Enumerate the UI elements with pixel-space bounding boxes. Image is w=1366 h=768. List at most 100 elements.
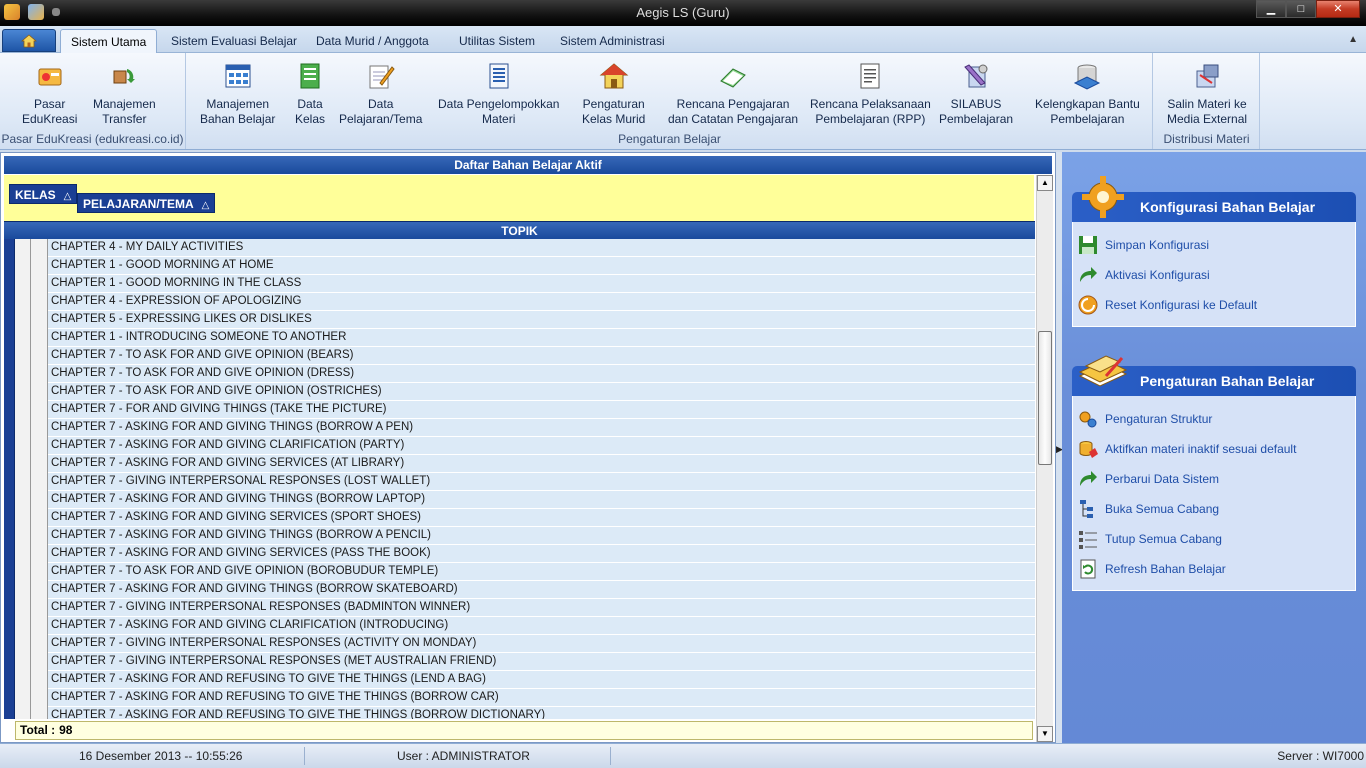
table-row[interactable]: CHAPTER 7 - ASKING FOR AND GIVING CLARIF… [48, 617, 1035, 635]
table-row[interactable]: CHAPTER 7 - ASKING FOR AND GIVING THINGS… [48, 527, 1035, 545]
table-row[interactable]: CHAPTER 1 - GOOD MORNING AT HOME [48, 257, 1035, 275]
refresh-bahan-belajar-link[interactable]: Refresh Bahan Belajar [1073, 554, 1355, 584]
tab-sistem-utama[interactable]: Sistem Utama [60, 29, 158, 53]
maximize-button[interactable]: □ [1286, 0, 1316, 18]
tools-icon [964, 64, 988, 88]
transfer-icon [113, 69, 136, 84]
scroll-up-button[interactable]: ▲ [1037, 175, 1053, 191]
ribbon: Pasar EduKreasi Manajemen Transfer Pasar… [0, 53, 1366, 150]
collapse-ribbon-icon[interactable]: ▲ [1348, 34, 1358, 45]
data-pelajaran-tema-button[interactable]: Data Pelajaran/Tema [339, 61, 422, 127]
data-kelas-button[interactable]: Data Kelas [295, 61, 325, 127]
table-row[interactable]: CHAPTER 7 - GIVING INTERPERSONAL RESPONS… [48, 599, 1035, 617]
table-row[interactable]: CHAPTER 1 - INTRODUCING SOMEONE TO ANOTH… [48, 329, 1035, 347]
table-row[interactable]: CHAPTER 7 - ASKING FOR AND REFUSING TO G… [48, 671, 1035, 689]
table-row[interactable]: CHAPTER 7 - ASKING FOR AND REFUSING TO G… [48, 707, 1035, 719]
table-row[interactable]: CHAPTER 4 - MY DAILY ACTIVITIES [48, 239, 1035, 257]
perbarui-data-sistem-link[interactable]: Perbarui Data Sistem [1073, 464, 1355, 494]
table-row[interactable]: CHAPTER 7 - FOR AND GIVING THINGS (TAKE … [48, 401, 1035, 419]
buka-semua-cabang-link[interactable]: Buka Semua Cabang [1073, 494, 1355, 524]
table-row[interactable]: CHAPTER 7 - ASKING FOR AND GIVING THINGS… [48, 581, 1035, 599]
table-row[interactable]: CHAPTER 7 - ASKING FOR AND GIVING SERVIC… [48, 509, 1035, 527]
house-icon [599, 63, 629, 89]
minimize-button[interactable]: ▁ [1256, 0, 1286, 18]
grid-total-footer: Total :98 [15, 721, 1033, 740]
list-doc-icon [489, 63, 509, 89]
tab-utilitas-sistem[interactable]: Utilitas Sistem [449, 29, 545, 53]
kelengkapan-bantu-pembelajaran-button[interactable]: Kelengkapan Bantu Pembelajaran [1035, 61, 1140, 127]
data-pengelompokkan-materi-button[interactable]: Data Pengelompokkan Materi [438, 61, 559, 127]
panel-pengaturan: Pengaturan Bahan Belajar Pengaturan Stru… [1072, 355, 1356, 591]
pasar-edukreasi-button[interactable]: Pasar EduKreasi [22, 61, 77, 127]
panel-body-pengaturan: Pengaturan Struktur Aktifkan materi inak… [1072, 396, 1356, 591]
scroll-thumb[interactable] [1038, 331, 1052, 465]
table-row[interactable]: CHAPTER 7 - ASKING FOR AND GIVING SERVIC… [48, 545, 1035, 563]
learning-material-grid-panel: Daftar Bahan Belajar Aktif KELAS △ PELAJA… [0, 152, 1056, 743]
sort-asc-icon: △ [63, 191, 72, 202]
pengaturan-struktur-link[interactable]: Pengaturan Struktur [1073, 404, 1355, 434]
silabus-pembelajaran-button[interactable]: SILABUS Pembelajaran [939, 61, 1013, 127]
tutup-semua-cabang-link[interactable]: Tutup Semua Cabang [1073, 524, 1355, 554]
simpan-konfigurasi-link[interactable]: Simpan Konfigurasi [1073, 230, 1355, 260]
forward-arrow-icon [1080, 267, 1097, 282]
pengaturan-kelas-murid-button[interactable]: Pengaturan Kelas Murid [582, 61, 645, 127]
save-icon [1079, 236, 1097, 254]
status-server: Server : WI7000 [1277, 749, 1364, 763]
table-row[interactable]: CHAPTER 4 - EXPRESSION OF APOLOGIZING [48, 293, 1035, 311]
table-row[interactable]: CHAPTER 7 - GIVING INTERPERSONAL RESPONS… [48, 653, 1035, 671]
panel-header-pengaturan[interactable]: Pengaturan Bahan Belajar [1072, 355, 1356, 396]
group-label-pengaturan: Pengaturan Belajar [618, 132, 721, 146]
gears-icon [1079, 411, 1097, 428]
table-row[interactable]: CHAPTER 5 - EXPRESSING LIKES OR DISLIKES [48, 311, 1035, 329]
grid-rows: CHAPTER 4 - MY DAILY ACTIVITIES CHAPTER 1… [4, 239, 1035, 719]
rencana-pelaksanaan-rpp-button[interactable]: Rencana Pelaksanaan Pembelajaran (RPP) [810, 61, 931, 127]
total-value: 98 [59, 723, 73, 737]
salin-materi-button[interactable]: Salin Materi ke Media External [1167, 61, 1247, 127]
table-row[interactable]: CHAPTER 7 - GIVING INTERPERSONAL RESPONS… [48, 473, 1035, 491]
reset-konfigurasi-link[interactable]: Reset Konfigurasi ke Default [1073, 290, 1355, 320]
tab-sistem-evaluasi-belajar[interactable]: Sistem Evaluasi Belajar [161, 29, 307, 53]
group-pengaturan-belajar: Manajemen Bahan Belajar Data Kelas Data … [187, 53, 1153, 149]
class-icon [300, 63, 320, 89]
activate-icon [1079, 441, 1098, 458]
table-row[interactable]: CHAPTER 7 - TO ASK FOR AND GIVE OPINION … [48, 563, 1035, 581]
ribbon-tab-bar: Sistem Utama Sistem Evaluasi Belajar Dat… [0, 26, 1366, 53]
status-separator [610, 747, 611, 765]
table-row[interactable]: CHAPTER 7 - ASKING FOR AND GIVING SERVIC… [48, 455, 1035, 473]
group-chip-kelas[interactable]: KELAS △ [9, 184, 78, 204]
group-indent-topik [31, 239, 48, 719]
application-menu-button[interactable] [2, 29, 56, 52]
column-header-topik[interactable]: TOPIK [4, 221, 1035, 239]
scroll-down-button[interactable]: ▼ [1037, 726, 1053, 742]
group-indent-kelas [4, 239, 15, 719]
table-row[interactable]: CHAPTER 7 - ASKING FOR AND REFUSING TO G… [48, 689, 1035, 707]
table-row[interactable]: CHAPTER 7 - ASKING FOR AND GIVING THINGS… [48, 491, 1035, 509]
table-row[interactable]: CHAPTER 7 - GIVING INTERPERSONAL RESPONS… [48, 635, 1035, 653]
table-row[interactable]: CHAPTER 7 - ASKING FOR AND GIVING THINGS… [48, 419, 1035, 437]
close-button[interactable]: ✕ [1316, 0, 1360, 18]
table-row[interactable]: CHAPTER 1 - GOOD MORNING IN THE CLASS [48, 275, 1035, 293]
tab-sistem-administrasi[interactable]: Sistem Administrasi [550, 29, 675, 53]
group-indent-pelajaran [15, 239, 31, 719]
table-row[interactable]: CHAPTER 7 - TO ASK FOR AND GIVE OPINION … [48, 347, 1035, 365]
sort-asc-icon: △ [201, 200, 210, 211]
group-label-pasar: Pasar EduKreasi (edukreasi.co.id) [1, 132, 184, 146]
books-icon [1078, 355, 1128, 387]
grid-icon [225, 64, 251, 88]
panel-header-konfigurasi[interactable]: Konfigurasi Bahan Belajar [1072, 176, 1356, 222]
group-chip-pelajaran-tema[interactable]: PELAJARAN/TEMA △ [77, 193, 216, 213]
aktifkan-materi-link[interactable]: Aktifkan materi inaktif sesuai default [1073, 434, 1355, 464]
vertical-scrollbar[interactable]: ▲ ▼ [1036, 175, 1053, 742]
collapse-tree-icon [1079, 531, 1097, 549]
manajemen-bahan-belajar-button[interactable]: Manajemen Bahan Belajar [200, 61, 275, 127]
grid-title: Daftar Bahan Belajar Aktif [4, 156, 1052, 174]
group-pasar-edukreasi: Pasar EduKreasi Manajemen Transfer Pasar… [0, 53, 186, 149]
aktivasi-konfigurasi-link[interactable]: Aktivasi Konfigurasi [1073, 260, 1355, 290]
table-row[interactable]: CHAPTER 7 - TO ASK FOR AND GIVE OPINION … [48, 383, 1035, 401]
table-row[interactable]: CHAPTER 7 - TO ASK FOR AND GIVE OPINION … [48, 365, 1035, 383]
manajemen-transfer-button[interactable]: Manajemen Transfer [93, 61, 156, 127]
rencana-pengajaran-button[interactable]: Rencana Pengajaran dan Catatan Pengajara… [668, 61, 798, 127]
table-row[interactable]: CHAPTER 7 - ASKING FOR AND GIVING CLARIF… [48, 437, 1035, 455]
tab-data-murid-anggota[interactable]: Data Murid / Anggota [306, 29, 439, 53]
group-distribusi-materi: Salin Materi ke Media External Distribus… [1154, 53, 1260, 149]
